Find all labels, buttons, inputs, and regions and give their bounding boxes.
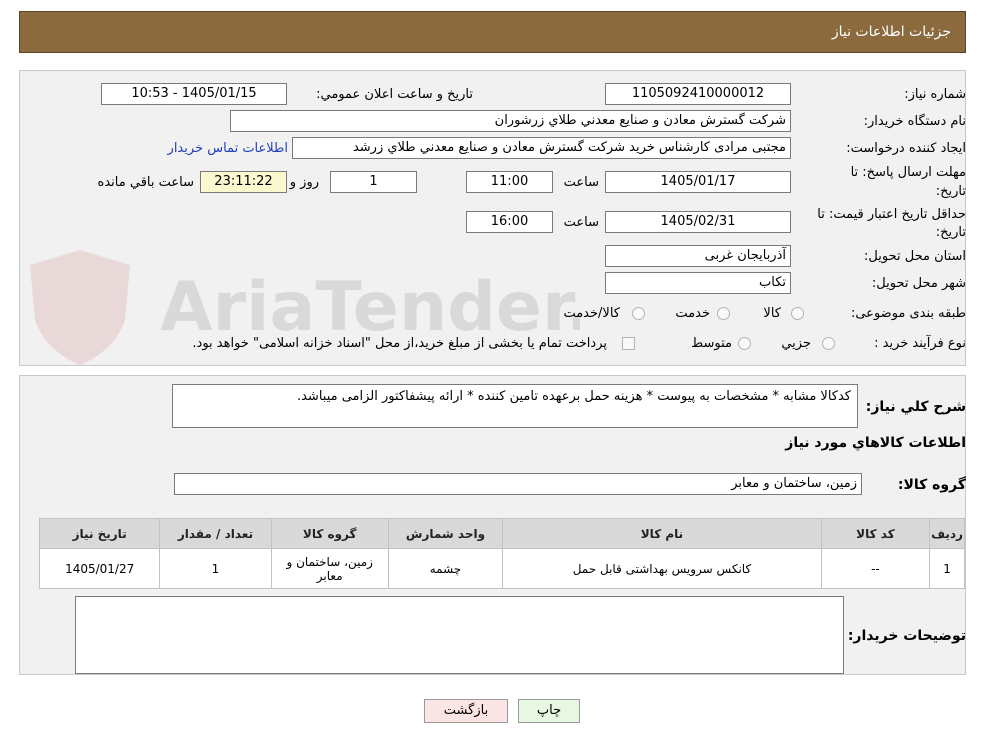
- summary-text: کدکالا مشابه * مشخصات به پیوست * هزینه ح…: [296, 389, 851, 404]
- deadline-date-field[interactable]: 1405/01/17: [605, 171, 791, 193]
- cell-name: کانکس سرويس بهداشتی قابل حمل: [502, 548, 822, 589]
- process-label: نوع فرآيند خريد :: [874, 336, 966, 351]
- goods-group-label: گروه کالا:: [897, 477, 966, 493]
- category-option-service: خدمت: [675, 306, 710, 321]
- page-title: جزئیات اطلاعات نیاز: [831, 24, 951, 40]
- validity-label: حداقل تاريخ اعتبار قيمت: تا: [817, 207, 966, 222]
- need-number-label: شماره نیاز:: [904, 87, 966, 102]
- back-button[interactable]: بازگشت: [424, 699, 508, 723]
- page-header: جزئیات اطلاعات نیاز: [19, 11, 966, 53]
- city-field[interactable]: تکاب: [605, 272, 791, 294]
- deadline-time-label: ساعت: [563, 175, 599, 190]
- table-row[interactable]: 1 -- کانکس سرويس بهداشتی قابل حمل چشمه ز…: [38, 548, 965, 589]
- validity-date-field[interactable]: 1405/02/31: [605, 211, 791, 233]
- remaining-time-field: 23:11:22: [200, 171, 287, 193]
- goods-table: رديف کد کالا نام کالا واحد شمارش گروه کا…: [38, 518, 965, 589]
- cell-unit: چشمه: [387, 548, 504, 589]
- category-option-goods: کالا: [763, 306, 781, 321]
- cell-row: 1: [929, 548, 965, 589]
- col-date: تاريخ نياز: [38, 518, 161, 549]
- goods-section-title: اطلاعات کالاهاي مورد نياز: [785, 435, 966, 451]
- payment-note: پرداخت تمام يا بخشی از مبلغ خريد،از محل …: [192, 336, 607, 351]
- col-code: کد کالا: [820, 518, 931, 549]
- creator-field[interactable]: مجتبی مرادی کارشناس خرید شرکت گسترش معاد…: [292, 137, 791, 159]
- announce-field[interactable]: 1405/01/15 - 10:53: [101, 83, 287, 105]
- cell-code: --: [820, 548, 931, 589]
- category-radio-both[interactable]: [632, 307, 645, 320]
- category-radio-goods[interactable]: [791, 307, 804, 320]
- category-radio-service[interactable]: [717, 307, 730, 320]
- process-radio-medium[interactable]: [738, 337, 751, 350]
- buyer-notes-textarea[interactable]: [75, 596, 844, 674]
- process-option-medium: متوسط: [691, 336, 732, 351]
- col-qty: تعداد / مقدار: [159, 518, 272, 549]
- col-group: گروه کالا: [270, 518, 389, 549]
- creator-label: ايجاد کننده درخواست:: [846, 141, 966, 156]
- contact-link[interactable]: اطلاعات تماس خريدار: [168, 141, 288, 156]
- cell-qty: 1: [159, 548, 272, 589]
- validity-label-date: تاريخ:: [935, 225, 966, 240]
- days-label: روز و: [289, 175, 319, 190]
- province-field[interactable]: آذربايجان غربی: [605, 245, 791, 267]
- buyer-notes-label: توضيحات خريدار:: [847, 628, 966, 644]
- announce-label: تاریخ و ساعت اعلان عمومي:: [316, 87, 473, 102]
- remaining-label: ساعت باقي مانده: [97, 175, 194, 190]
- validity-time-label: ساعت: [563, 215, 599, 230]
- buyer-org-label: نام دستگاه خريدار:: [863, 114, 966, 129]
- col-name: نام کالا: [502, 518, 822, 549]
- col-unit: واحد شمارش: [387, 518, 504, 549]
- buyer-org-field[interactable]: شرکت گسترش معادن و صنايع معدني طلاي زرشو…: [230, 110, 791, 132]
- table-header-row: رديف کد کالا نام کالا واحد شمارش گروه کا…: [38, 518, 965, 549]
- deadline-label-date: تاريخ:: [935, 184, 966, 199]
- cell-date: 1405/01/27: [38, 548, 161, 589]
- summary-label: شرح کلي نياز:: [865, 399, 966, 415]
- category-option-both: کالا/خدمت: [563, 306, 620, 321]
- need-number-field[interactable]: 1105092410000012: [605, 83, 791, 105]
- goods-group-field[interactable]: زمين، ساختمان و معابر: [174, 473, 862, 495]
- deadline-label: مهلت ارسال پاسخ: تا: [850, 165, 966, 180]
- print-button[interactable]: چاپ: [518, 699, 580, 723]
- deadline-time-field[interactable]: 11:00: [466, 171, 553, 193]
- col-row: رديف: [929, 518, 965, 549]
- cell-group: زمين، ساختمان و معابر: [270, 548, 389, 589]
- shield-icon: [30, 250, 130, 365]
- city-label: شهر محل تحويل:: [871, 276, 966, 291]
- payment-checkbox[interactable]: [622, 337, 635, 350]
- province-label: استان محل تحويل:: [864, 249, 966, 264]
- days-field[interactable]: 1: [330, 171, 417, 193]
- process-radio-minor[interactable]: [822, 337, 835, 350]
- process-option-minor: جزيي: [781, 336, 811, 351]
- category-label: طبقه بندی موضوعی:: [850, 306, 966, 321]
- validity-time-field[interactable]: 16:00: [466, 211, 553, 233]
- summary-textarea[interactable]: کدکالا مشابه * مشخصات به پیوست * هزینه ح…: [172, 384, 858, 428]
